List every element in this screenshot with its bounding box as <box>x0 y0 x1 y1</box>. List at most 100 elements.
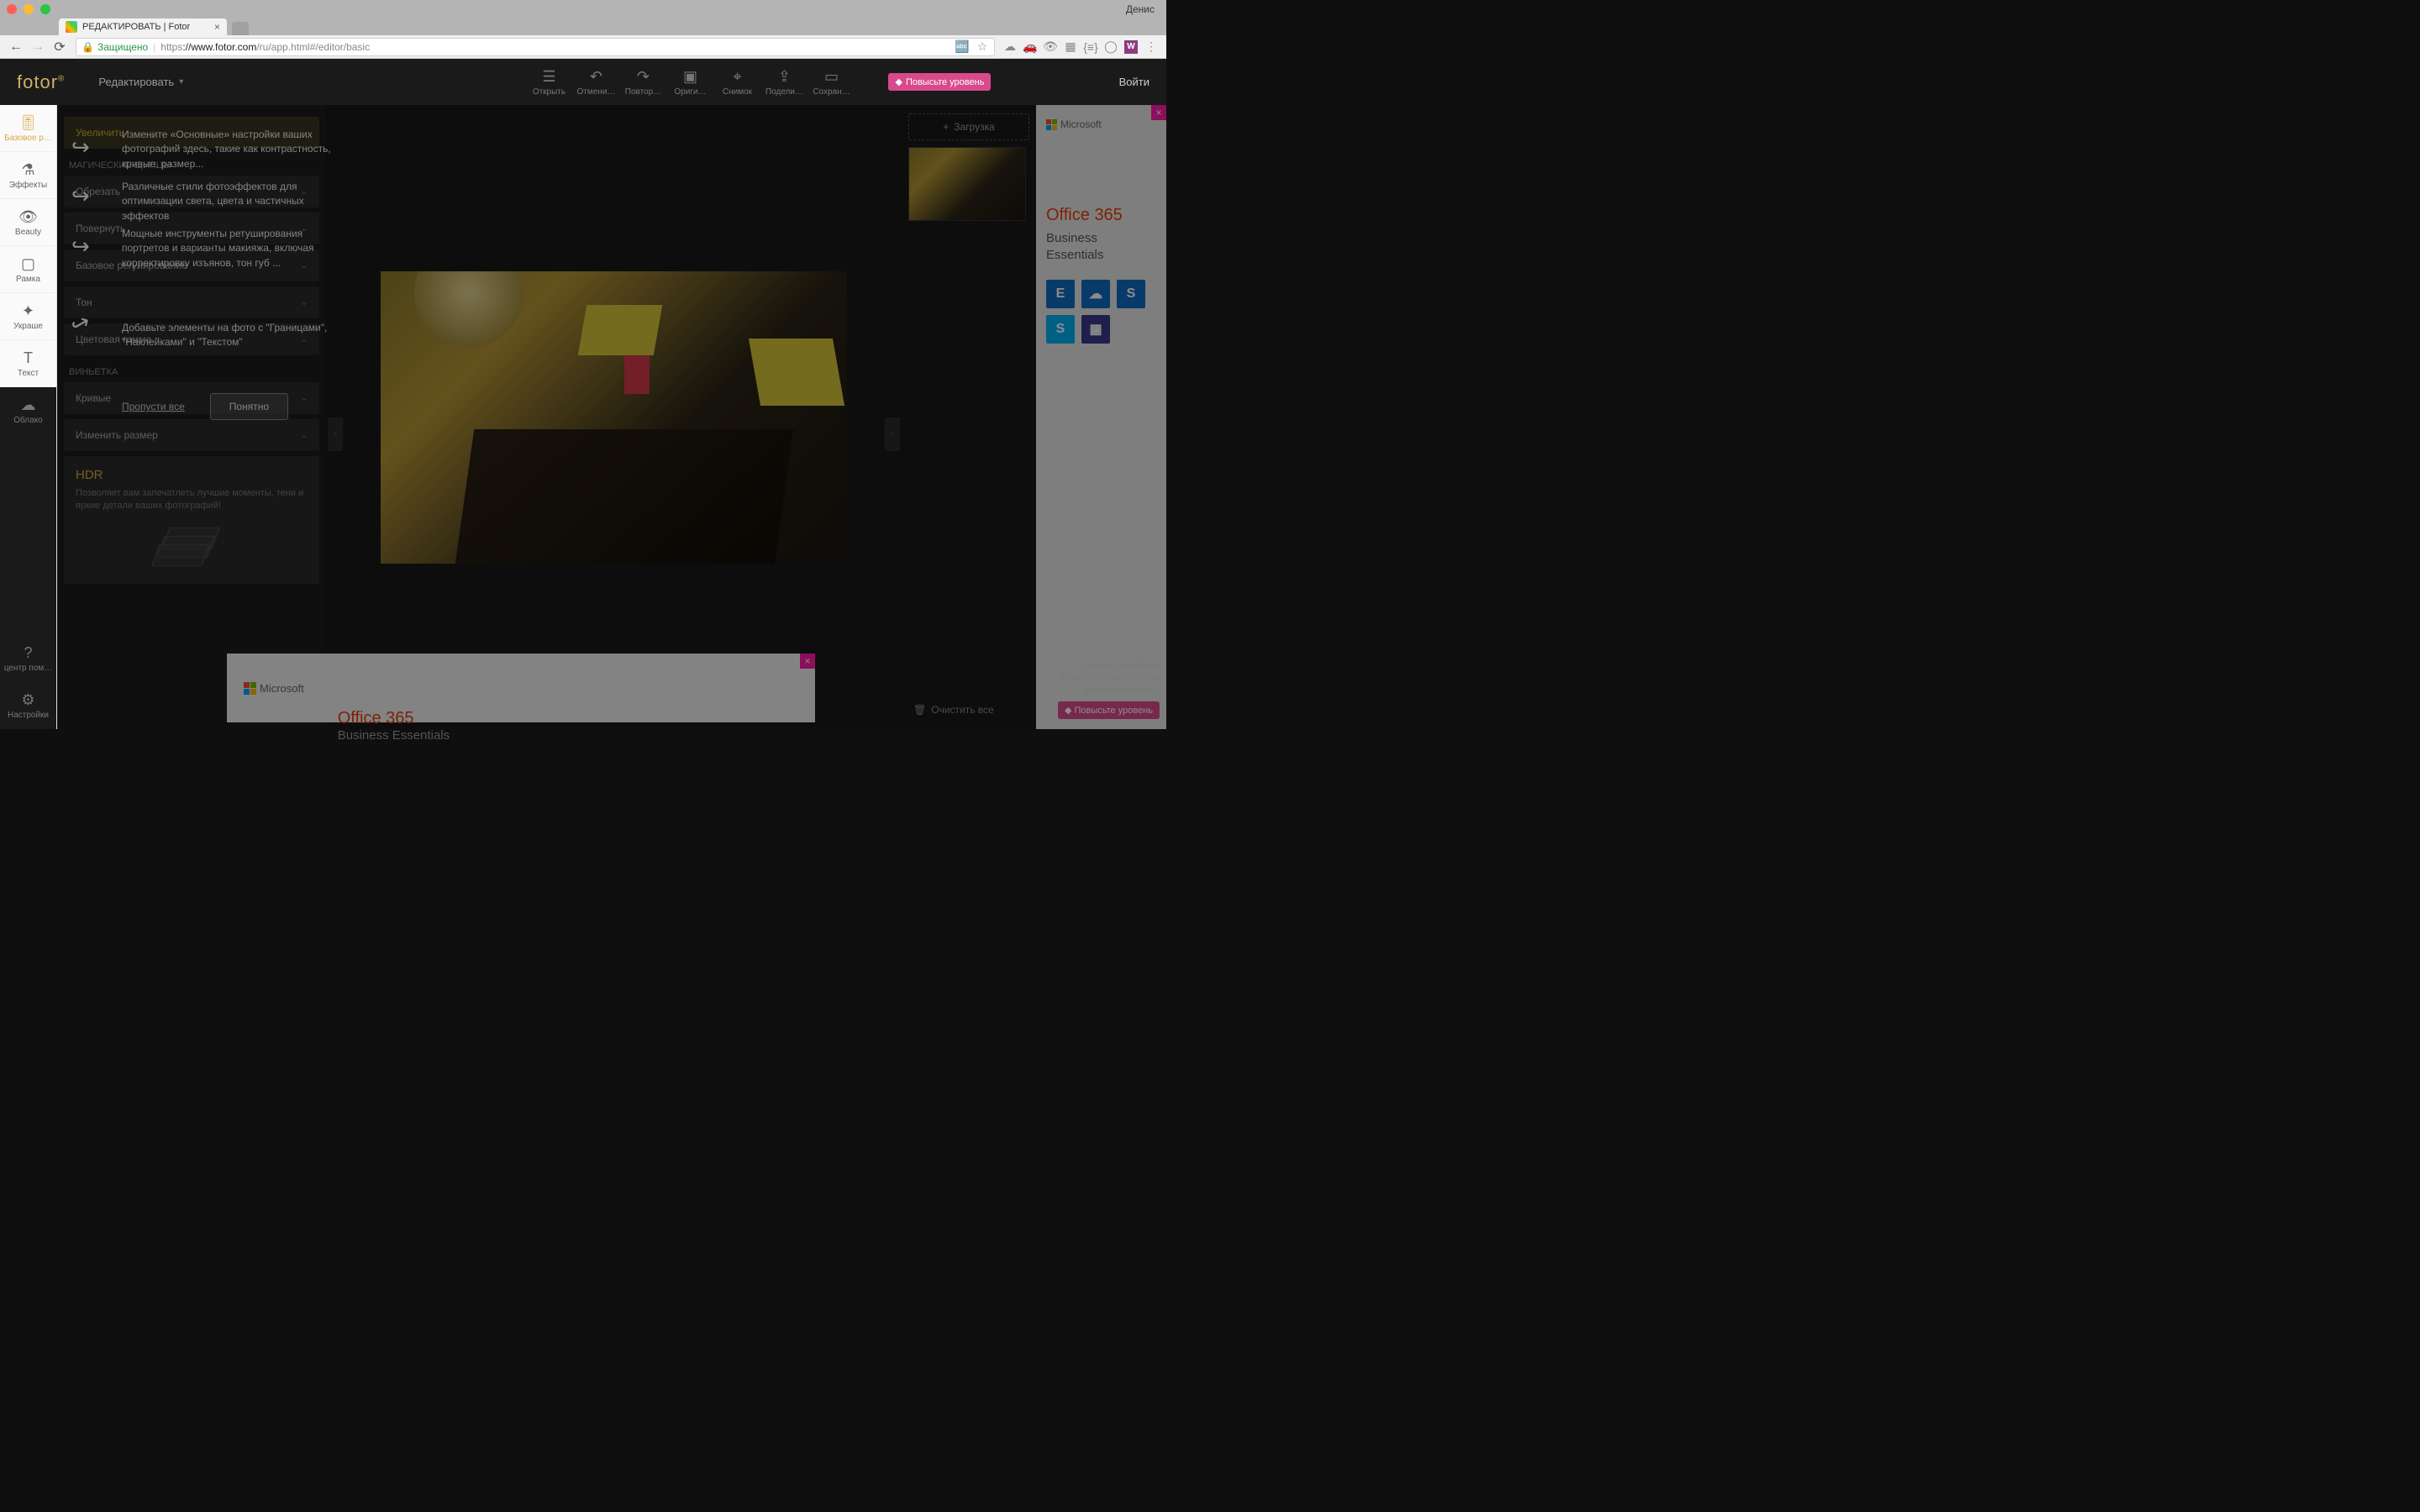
chrome-menu-icon[interactable]: ⋮ <box>1144 40 1158 54</box>
tip-arrow-icon: ↩ <box>71 183 90 209</box>
rail-settings[interactable]: ⚙ Настройки <box>0 682 56 729</box>
snapshot-button[interactable]: ⌖Снимок <box>713 68 760 97</box>
skip-all-link[interactable]: Пропусти все <box>122 401 185 412</box>
tab-favicon-icon <box>66 21 77 33</box>
mac-maximize-button[interactable] <box>40 4 50 14</box>
upgrade-badge[interactable]: ◆ Повысьте уровень <box>888 73 991 91</box>
back-button[interactable]: ← <box>7 38 25 56</box>
rail-basic-label: Базовое р… <box>4 134 52 143</box>
ext-w-icon[interactable]: W <box>1124 40 1138 54</box>
canvas-next-button[interactable]: › <box>885 417 900 451</box>
canvas-image[interactable] <box>381 271 847 564</box>
url-proto: https <box>160 41 182 53</box>
translate-icon[interactable]: 🔤 <box>955 40 969 54</box>
thumbnail[interactable] <box>908 147 1026 221</box>
tip-effects: Различные стили фотоэффектов для оптимиз… <box>122 180 340 223</box>
secure-indicator: 🔒 Защищено <box>82 41 148 53</box>
ad-close-button[interactable]: × <box>1151 105 1166 120</box>
ext-tile-icon[interactable]: ▦ <box>1064 40 1077 54</box>
rail-frame[interactable]: ▢Рамка <box>0 246 56 293</box>
original-button[interactable]: ▣Ориги… <box>666 68 713 97</box>
chevron-down-icon: ⌄ <box>301 394 308 403</box>
redo-button[interactable]: ↷Повтор… <box>619 68 666 97</box>
camera-icon: ⌖ <box>733 68 741 86</box>
browser-toolbar: ← → ⟳ 🔒 Защищено | https ://www.fotor.co… <box>0 35 1166 59</box>
rail-stickers-label: Украше <box>13 322 43 331</box>
mac-titlebar: Денис <box>0 0 1166 18</box>
skype-icon: S <box>1046 315 1075 344</box>
panel-resize[interactable]: Изменить размер⌄ <box>64 419 319 451</box>
extension-icons: ☁ 🚗 👁 ▦ {≡} ◯ W ⋮ <box>1000 40 1161 54</box>
mac-close-button[interactable] <box>7 4 17 14</box>
ext-car-icon[interactable]: 🚗 <box>1023 40 1037 54</box>
save-button[interactable]: ▭Сохран… <box>808 68 855 97</box>
rail-cloud[interactable]: ☁Облако <box>0 387 56 434</box>
redo-icon: ↷ <box>637 68 650 86</box>
panel-rotate-label: Повернуть <box>76 223 125 234</box>
hdr-desc: Позволяет вам запечатлеть лучшие моменты… <box>76 487 308 513</box>
clear-all-button[interactable]: 🗑 Очистить все <box>908 699 1029 721</box>
redo-label: Повтор… <box>625 87 661 97</box>
app-header: fotor® Редактировать ▾ ☰Открыть ↶Отмени…… <box>0 59 1166 105</box>
rail-effects-label: Эффекты <box>9 181 47 190</box>
rail-basic[interactable]: 🎚Базовое р… <box>0 105 56 152</box>
undo-button[interactable]: ↶Отмени… <box>572 68 619 97</box>
onedrive-icon: ☁ <box>1081 280 1110 308</box>
promo-upgrade-button[interactable]: ◆ Повысьте уровень <box>1058 701 1160 719</box>
help-icon: ? <box>24 644 32 662</box>
menu-icon: ☰ <box>542 68 555 86</box>
undo-icon: ↶ <box>590 68 602 86</box>
mac-user-label: Денис <box>1126 3 1160 15</box>
ad-panel: × Microsoft Office 365 BusinessEssential… <box>1036 105 1166 729</box>
eye-icon: 👁 <box>18 208 38 226</box>
new-tab-button[interactable] <box>232 22 249 35</box>
edit-dropdown[interactable]: Редактировать ▾ <box>98 76 183 88</box>
rail-settings-label: Настройки <box>8 711 49 720</box>
browser-tab[interactable]: РЕДАКТИРОВАТЬ | Fotor × <box>59 18 227 35</box>
tip-beauty: Мощные инструменты ретуширования портрет… <box>122 227 340 270</box>
upgrade-label: Повысьте уровень <box>906 77 985 87</box>
tab-close-icon[interactable]: × <box>214 21 220 33</box>
rail-help[interactable]: ?центр пом… <box>0 635 56 682</box>
url-path: /ru/app.html#/editor/basic <box>256 41 370 53</box>
rail-beauty[interactable]: 👁Beauty <box>0 199 56 246</box>
ext-braces-icon[interactable]: {≡} <box>1084 40 1097 54</box>
snapshot-label: Снимок <box>723 87 752 97</box>
rail-text[interactable]: T Текст <box>0 340 56 387</box>
share-button[interactable]: ⇪Подели… <box>760 68 808 97</box>
got-it-button[interactable]: Понятно <box>210 393 288 420</box>
star-icon[interactable]: ☆ <box>976 40 989 54</box>
tip-actions: Пропусти все Понятно <box>122 393 288 420</box>
fotor-logo[interactable]: fotor® <box>17 71 65 93</box>
canvas-prev-button[interactable]: ‹ <box>328 417 343 451</box>
teams-icon: ▦ <box>1081 315 1110 344</box>
rail-stickers[interactable]: ✦Украше <box>0 293 56 340</box>
left-rail: 🎚Базовое р… ⚗ Эффекты 👁Beauty ▢Рамка ✦Укр… <box>0 105 57 729</box>
rail-effects[interactable]: ⚗ Эффекты <box>0 152 56 199</box>
upload-button[interactable]: + Загрузка <box>908 113 1029 140</box>
tip-basic: Измените «Основные» настройки ваших фото… <box>122 128 340 171</box>
url-host: ://www.fotor.com <box>182 41 256 53</box>
banner-close-button[interactable]: × <box>800 654 815 669</box>
flask-icon: ⚗ <box>21 161 34 179</box>
ext-circle-icon[interactable]: ◯ <box>1104 40 1118 54</box>
gear-icon: ⚙ <box>21 691 34 709</box>
login-button[interactable]: Войти <box>1119 76 1150 88</box>
rail-text-label: Текст <box>18 369 39 378</box>
ext-eye-icon[interactable]: 👁 <box>1044 40 1057 54</box>
ext-cloud-icon[interactable]: ☁ <box>1003 40 1017 54</box>
exchange-icon: E <box>1046 280 1075 308</box>
browser-tab-row: РЕДАКТИРОВАТЬ | Fotor × <box>0 18 1166 35</box>
save-icon: ▭ <box>824 68 839 86</box>
open-button[interactable]: ☰Открыть <box>525 68 572 97</box>
mac-minimize-button[interactable] <box>24 4 34 14</box>
ms-label: Microsoft <box>1060 118 1102 130</box>
address-field[interactable]: 🔒 Защищено | https ://www.fotor.com /ru/… <box>76 38 995 56</box>
lock-icon: 🔒 <box>82 41 94 53</box>
text-icon: T <box>24 349 33 367</box>
forward-button[interactable]: → <box>29 38 47 56</box>
tip-decorate: Добавьте элементы на фото с "Границами",… <box>122 321 340 350</box>
hdr-card[interactable]: HDR Позволяет вам запечатлеть лучшие мом… <box>64 456 319 584</box>
reload-button[interactable]: ⟳ <box>50 38 69 56</box>
panel-tone[interactable]: Тон⌄ <box>64 286 319 318</box>
